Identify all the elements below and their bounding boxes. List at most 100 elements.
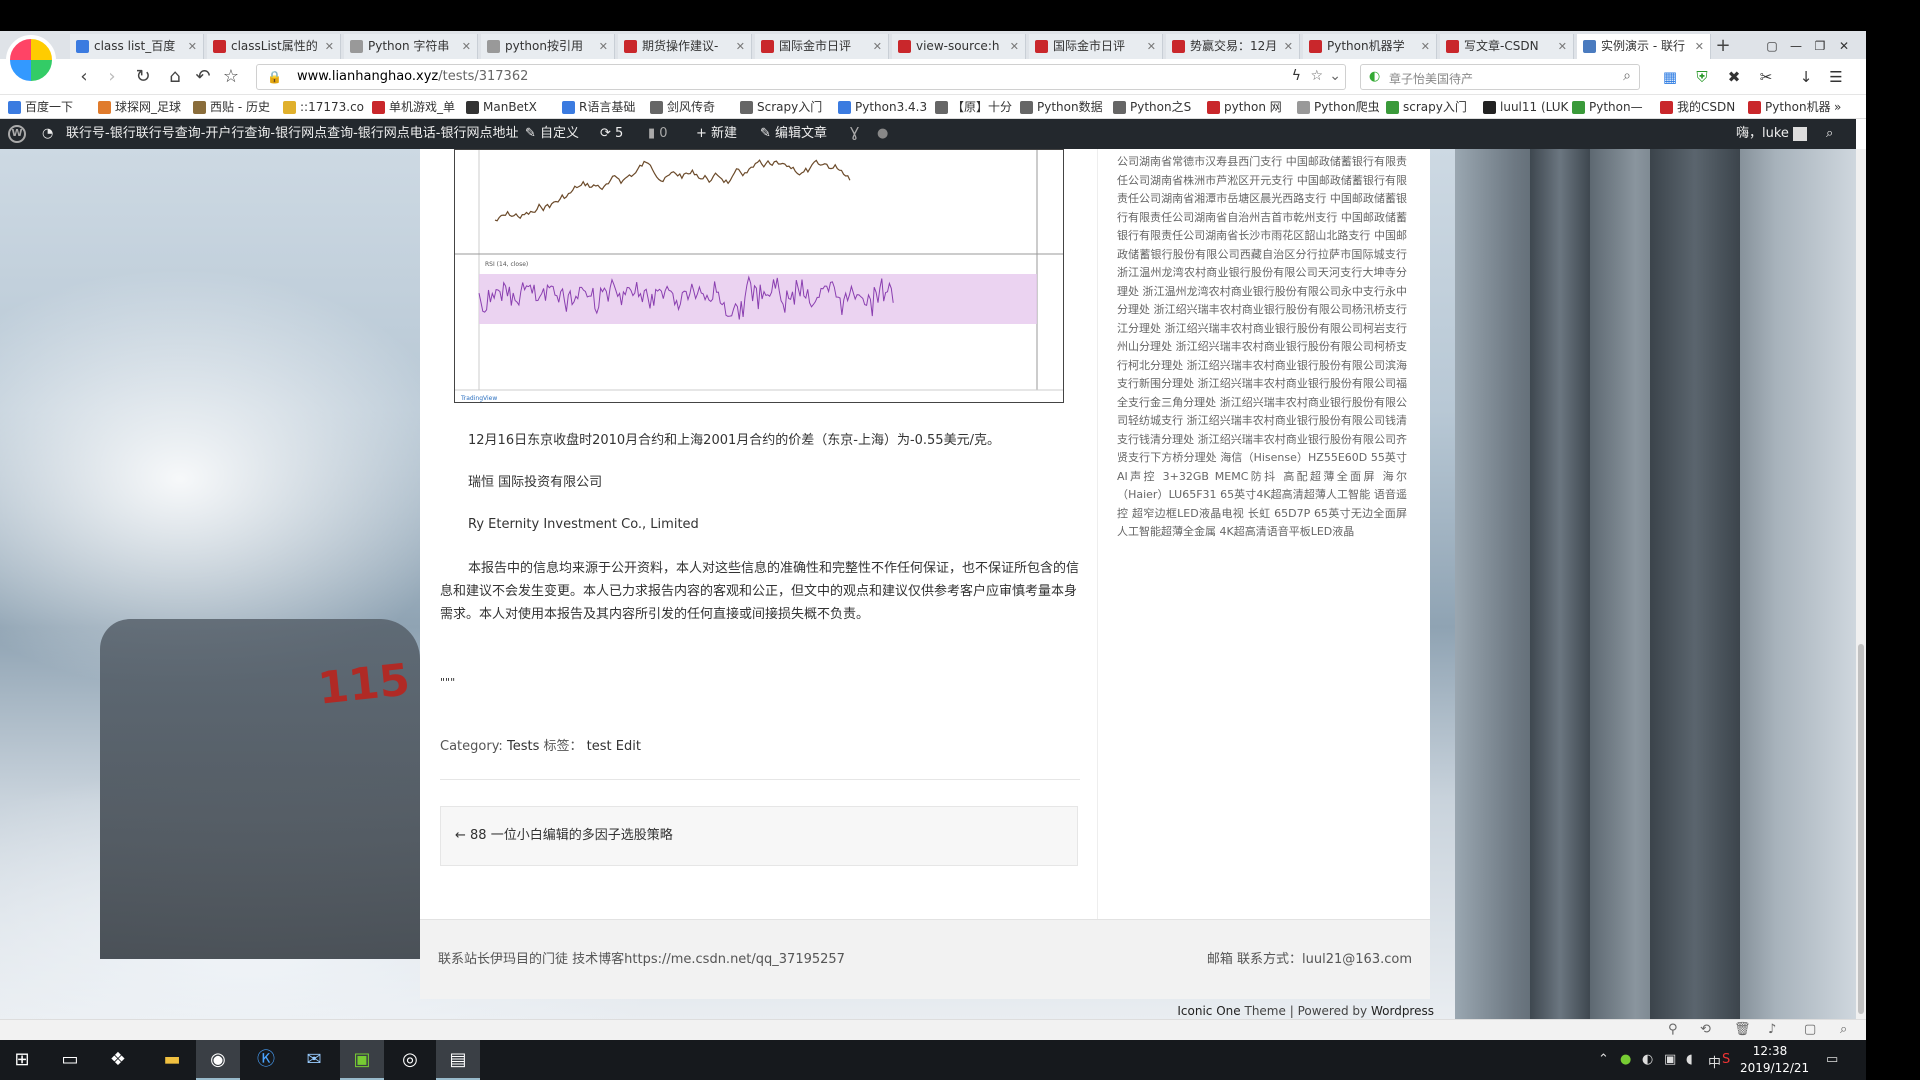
home-button[interactable]: ⌂ xyxy=(164,66,186,88)
bookmark-item[interactable]: 剑风传奇 xyxy=(650,98,715,116)
minimize-button[interactable]: — xyxy=(1784,34,1808,59)
tab-close-icon[interactable]: ✕ xyxy=(873,34,882,59)
account-greeting[interactable]: 嗨，luke xyxy=(1736,119,1808,149)
tab[interactable]: Python 字符串 ✕ xyxy=(344,34,478,59)
lightning-icon[interactable]: ϟ xyxy=(1292,68,1301,84)
bookmark-item[interactable]: Python3.4.3 xyxy=(838,98,927,116)
notification-icon[interactable]: ▭ xyxy=(1826,1052,1838,1067)
task-view-icon[interactable]: ▭ xyxy=(48,1040,92,1080)
chevron-down-icon[interactable]: ⌄ xyxy=(1329,68,1341,84)
sync-icon[interactable]: ⟲ xyxy=(1700,1022,1711,1037)
previous-post-link[interactable]: ← 88 一位小白编辑的多因子选股策略 xyxy=(440,806,1078,866)
network-icon[interactable]: ▣ xyxy=(1664,1052,1676,1067)
status-dot-icon[interactable]: ● xyxy=(877,119,888,149)
updates-link[interactable]: ⟳ 5 xyxy=(600,119,623,149)
tab[interactable]: classList属性的 ✕ xyxy=(207,34,341,59)
tray-chevron-icon[interactable]: ⌃ xyxy=(1598,1052,1609,1067)
tab-close-icon[interactable]: ✕ xyxy=(325,34,334,59)
mail-app-icon[interactable]: ✉ xyxy=(292,1040,336,1080)
pycharm-icon[interactable]: ▣ xyxy=(340,1040,384,1080)
theme-link[interactable]: Iconic One xyxy=(1177,1004,1240,1018)
bookmark-item[interactable]: 【原】十分 xyxy=(935,98,1012,116)
bookmark-item[interactable]: ::17173.co xyxy=(283,98,364,116)
tab[interactable]: view-source:h ✕ xyxy=(892,34,1026,59)
window-restore-icon[interactable]: ▢ xyxy=(1760,34,1784,59)
bookmark-item[interactable]: Python机器 xyxy=(1748,98,1831,116)
volume-icon[interactable]: ◖ xyxy=(1686,1052,1693,1067)
reload-button[interactable]: ↻ xyxy=(132,66,154,88)
menu-icon[interactable]: ☰ xyxy=(1826,67,1846,87)
tab[interactable]: 写文章-CSDN ✕ xyxy=(1440,34,1574,59)
tab-close-icon[interactable]: ✕ xyxy=(1147,34,1156,59)
sidebar-links-text[interactable]: 公司湖南省常德市汉寿县西门支行 中国邮政储蓄银行有限责任公司湖南省株洲市芦淞区开… xyxy=(1117,153,1407,542)
close-window-button[interactable]: ✕ xyxy=(1832,34,1856,59)
new-content-link[interactable]: + 新建 xyxy=(696,119,737,149)
browser-logo-icon[interactable] xyxy=(6,35,56,85)
zoom-icon[interactable]: ⌕ xyxy=(1840,1022,1847,1037)
site-title-link[interactable]: 联行号-银行联行号查询-开户行查询-银行网点查询-银行网点电话-银行网点地址 xyxy=(66,119,518,149)
category-link[interactable]: Tests xyxy=(507,739,539,754)
search-box[interactable]: ◐ 章子怡美国待产 ⌕ xyxy=(1360,64,1640,90)
scissors-icon[interactable]: ✂ xyxy=(1756,67,1776,87)
tab-close-icon[interactable]: ✕ xyxy=(599,34,608,59)
tab[interactable]: class list_百度 ✕ xyxy=(70,34,204,59)
bookmark-item[interactable]: Python— xyxy=(1572,98,1643,116)
system-clock[interactable]: 12:38 2019/12/21 xyxy=(1740,1043,1809,1077)
bookmark-item[interactable]: ManBetX xyxy=(466,98,537,116)
comments-link[interactable]: ▮ 0 xyxy=(648,119,668,149)
favorite-star-icon[interactable]: ☆ xyxy=(1310,68,1323,84)
bookmark-item[interactable]: luul11 (LUK xyxy=(1483,98,1568,116)
tab-close-icon[interactable]: ✕ xyxy=(1010,34,1019,59)
app-icon-1[interactable]: ❖ xyxy=(96,1040,140,1080)
bookmark-item[interactable]: Python之S xyxy=(1113,98,1191,116)
tab[interactable]: 势赢交易：12月 ✕ xyxy=(1166,34,1300,59)
file-explorer-icon[interactable]: ▬ xyxy=(150,1040,194,1080)
k-app-icon[interactable]: Ⓚ xyxy=(244,1040,288,1080)
edit-link[interactable]: Edit xyxy=(616,739,641,754)
sound-icon[interactable]: ♪ xyxy=(1768,1022,1776,1037)
trash-icon[interactable]: 🗑 xyxy=(1734,1022,1751,1037)
pin-icon[interactable]: ⚲ xyxy=(1668,1022,1678,1037)
forward-button[interactable]: › xyxy=(101,66,123,88)
scrollbar-thumb[interactable] xyxy=(1858,644,1864,1014)
bookmark-item[interactable]: python 网 xyxy=(1207,98,1282,116)
tab-close-icon[interactable]: ✕ xyxy=(1421,34,1430,59)
tab-close-icon[interactable]: ✕ xyxy=(1695,34,1704,59)
tab[interactable]: 期货操作建议- ✕ xyxy=(618,34,752,59)
download-icon[interactable]: ↓ xyxy=(1796,67,1816,87)
tab[interactable]: 国际金市日评 ✕ xyxy=(1029,34,1163,59)
start-button-icon[interactable]: ⊞ xyxy=(0,1040,44,1080)
bookmark-item[interactable]: Python数据 xyxy=(1020,98,1103,116)
tab-close-icon[interactable]: ✕ xyxy=(1284,34,1293,59)
customize-link[interactable]: ✎ 自定义 xyxy=(525,119,579,149)
tab[interactable]: python按引用 ✕ xyxy=(481,34,615,59)
wordpress-link[interactable]: Wordpress xyxy=(1371,1004,1434,1018)
search-icon[interactable]: ⌕ xyxy=(1623,68,1631,84)
terminal-icon[interactable]: ▤ xyxy=(436,1040,480,1080)
tab[interactable]: 国际金市日评 ✕ xyxy=(755,34,889,59)
wordpress-logo-icon[interactable]: W xyxy=(8,125,26,143)
back-button[interactable]: ‹ xyxy=(73,66,95,88)
tab-close-icon[interactable]: ✕ xyxy=(736,34,745,59)
vertical-scrollbar[interactable] xyxy=(1856,149,1866,1019)
ime-indicator[interactable]: 中 xyxy=(1708,1052,1721,1071)
bookmark-item[interactable]: 百度一下 xyxy=(8,98,73,116)
browser-taskbar-icon[interactable]: ◉ xyxy=(196,1040,240,1080)
bookmark-item[interactable]: 球探网_足球 xyxy=(98,98,181,116)
yoast-icon[interactable]: Ɣ xyxy=(850,119,859,149)
new-tab-button[interactable]: + xyxy=(1712,34,1734,59)
bookmark-item[interactable]: scrapy入门 xyxy=(1386,98,1467,116)
edit-post-link[interactable]: ✎ 编辑文章 xyxy=(760,119,827,149)
tab-close-icon[interactable]: ✕ xyxy=(462,34,471,59)
bookmark-item[interactable]: 西贴 - 历史 xyxy=(193,98,270,116)
bookmark-star-button[interactable]: ☆ xyxy=(220,66,242,88)
extension-icon[interactable]: ✖ xyxy=(1724,67,1744,87)
tab[interactable]: 实例演示 - 联行 ✕ xyxy=(1577,34,1711,59)
undo-button[interactable]: ↶ xyxy=(192,66,214,88)
tag-link[interactable]: test xyxy=(587,739,612,754)
bookmark-item[interactable]: R语言基础 xyxy=(562,98,635,116)
more-bookmarks-icon[interactable]: » xyxy=(1834,98,1841,116)
obs-icon[interactable]: ◎ xyxy=(388,1040,432,1080)
tab-close-icon[interactable]: ✕ xyxy=(188,34,197,59)
tab[interactable]: Python机器学 ✕ xyxy=(1303,34,1437,59)
